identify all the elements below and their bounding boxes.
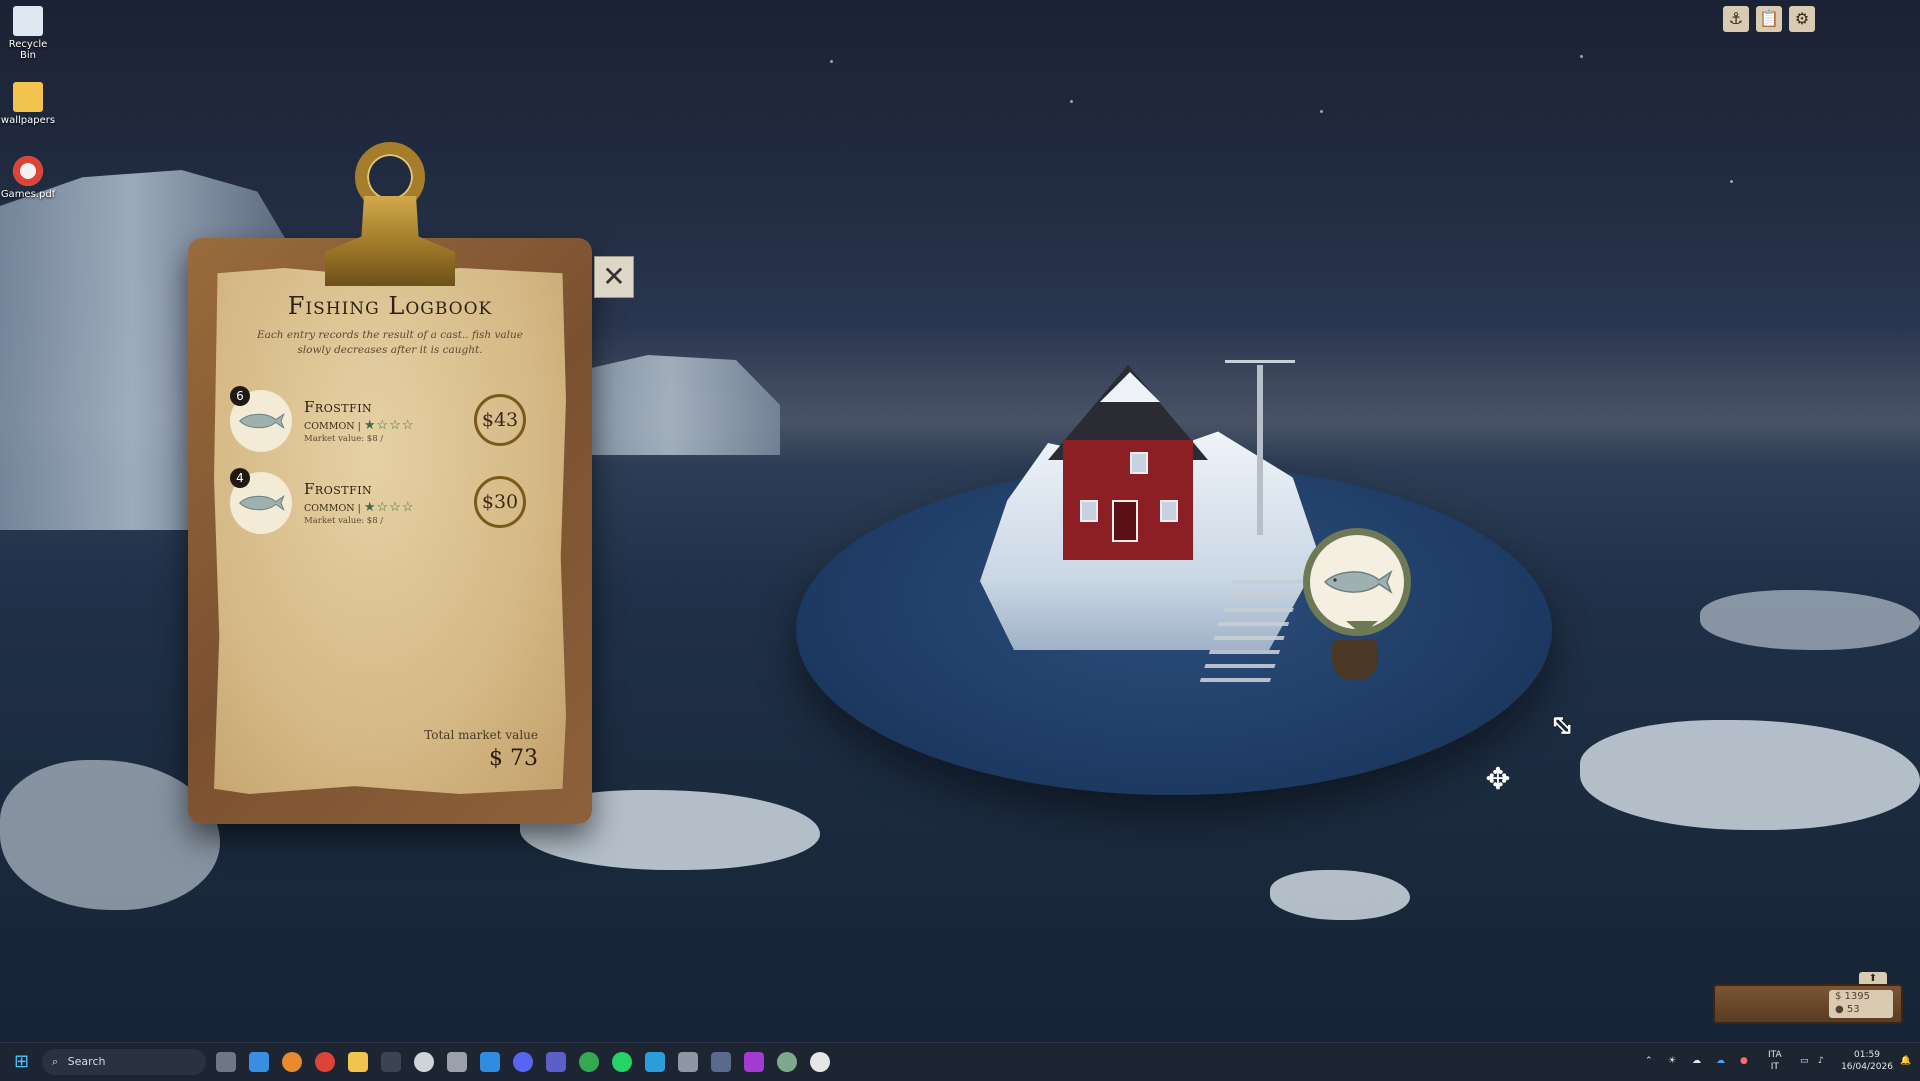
money-counter: $ 1395 [1835, 991, 1870, 1002]
brightness-icon[interactable]: ☀ [1668, 1055, 1676, 1067]
logbook-entry[interactable]: 6 Frostfin COMMON | ★☆☆☆ Market value: $… [230, 386, 540, 456]
windows-start-icon[interactable]: ⊞ [14, 1053, 32, 1071]
g-app-icon[interactable] [810, 1052, 830, 1072]
microphone-icon[interactable]: ● [1740, 1055, 1748, 1067]
rarity-stars: ★☆☆☆ [363, 418, 415, 433]
desktop-icon-recycle-bin[interactable]: Recycle Bin [0, 6, 56, 61]
vscode-icon[interactable] [480, 1052, 500, 1072]
expand-icon[interactable]: ✥ [1480, 762, 1516, 798]
ice-floe [1270, 870, 1410, 920]
notification-icon[interactable]: 🔔 [1900, 1055, 1911, 1067]
chrome-icon[interactable] [315, 1052, 335, 1072]
roof-snow [1100, 372, 1160, 402]
github-icon[interactable] [414, 1052, 434, 1072]
fish-name: Frostfin [304, 398, 373, 416]
rarity-label: COMMON | [304, 503, 361, 514]
task-view-icon[interactable] [216, 1052, 236, 1072]
cabin-window [1160, 500, 1178, 522]
search-icon: ⌕ [52, 1055, 59, 1068]
affinity-icon[interactable] [744, 1052, 764, 1072]
volume-icon[interactable]: ♪ [1818, 1055, 1824, 1067]
photo-app-icon[interactable] [711, 1052, 731, 1072]
snipping-tool-icon[interactable] [645, 1052, 665, 1072]
glacier-background-right [560, 355, 780, 455]
cabin-window [1080, 500, 1098, 522]
fish-icon [1323, 570, 1393, 594]
chevron-up-icon[interactable]: ⌃ [1645, 1055, 1653, 1067]
close-button[interactable]: ✕ [594, 256, 634, 298]
language-indicator[interactable]: ITA IT [1768, 1049, 1782, 1073]
anchor-icon[interactable]: ⚓ [1723, 6, 1749, 32]
logbook-subtitle: Each entry records the result of a cast.… [256, 329, 524, 356]
total-market-label: Total market value [424, 728, 538, 742]
onedrive-icon[interactable]: ☁ [1692, 1055, 1701, 1067]
rarity-stars: ★☆☆☆ [363, 500, 415, 515]
rarity-label: COMMON | [304, 421, 361, 432]
cloud-icon[interactable]: ☁ [1716, 1055, 1725, 1067]
fish-icon [238, 413, 285, 429]
network-icon[interactable]: ▭ [1800, 1055, 1809, 1067]
whatsapp-icon[interactable] [612, 1052, 632, 1072]
fishing-game-icon[interactable] [777, 1052, 797, 1072]
radio-mast [1257, 365, 1263, 535]
ice-floe [0, 760, 220, 910]
catch-count-badge: 6 [230, 386, 250, 406]
search-box[interactable]: ⌕ Search [42, 1049, 206, 1075]
terminal-icon[interactable] [381, 1052, 401, 1072]
folder-icon [13, 82, 43, 112]
fish-rarity: COMMON | ★☆☆☆ [304, 500, 415, 515]
hud-stats: $ 1395 ● 53 [1829, 990, 1893, 1018]
fish-icon [238, 495, 285, 511]
desktop-icon-games-pdf[interactable]: Games.pdf [0, 156, 56, 200]
price-badge[interactable]: $30 [474, 476, 526, 528]
file-explorer-icon[interactable] [348, 1052, 368, 1072]
fish-counter: ● 53 [1835, 1004, 1860, 1015]
resize-cursor-icon: ⇔ [1540, 704, 1584, 747]
chrome-profile-icon[interactable] [579, 1052, 599, 1072]
ice-floe [1580, 720, 1920, 830]
cabin-window [1130, 452, 1148, 474]
settings-app-icon[interactable] [678, 1052, 698, 1072]
total-market-value: $ 73 [489, 746, 538, 771]
recycle-bin-icon [13, 6, 43, 36]
gear-icon[interactable]: ⚙ [1789, 6, 1815, 32]
outlook-icon[interactable] [249, 1052, 269, 1072]
teams-icon[interactable] [546, 1052, 566, 1072]
clock[interactable]: 01:59 16/04/2026 [1836, 1049, 1898, 1073]
search-placeholder: Search [67, 1055, 106, 1068]
ice-floe [1700, 590, 1920, 650]
fish-name: Frostfin [304, 480, 373, 498]
logbook-title: Fishing Logbook [287, 292, 493, 320]
chrome-pdf-icon [13, 156, 43, 186]
fish-catch-bubble[interactable] [1303, 528, 1411, 636]
market-value: Market value: $8 / [304, 516, 384, 526]
discord-icon[interactable] [513, 1052, 533, 1072]
radio-antenna [1225, 360, 1295, 383]
blender-icon[interactable] [282, 1052, 302, 1072]
fish-rarity: COMMON | ★☆☆☆ [304, 418, 415, 433]
market-value: Market value: $8 / [304, 434, 384, 444]
logbook-entry[interactable]: 4 Frostfin COMMON | ★☆☆☆ Market value: $… [230, 468, 540, 538]
taskbar: ⊞ ⌕ Search ⌃ ☀ ☁ ☁ ● ITA IT ▭ ♪ 01:59 16… [0, 1042, 1920, 1081]
catch-count-badge: 4 [230, 468, 250, 488]
desktop-icon-wallpapers[interactable]: wallpapers [0, 82, 56, 126]
cabin-door [1112, 500, 1138, 542]
clipboard-icon[interactable]: 📋 [1756, 6, 1782, 32]
unity-icon[interactable] [447, 1052, 467, 1072]
price-badge[interactable]: $43 [474, 394, 526, 446]
